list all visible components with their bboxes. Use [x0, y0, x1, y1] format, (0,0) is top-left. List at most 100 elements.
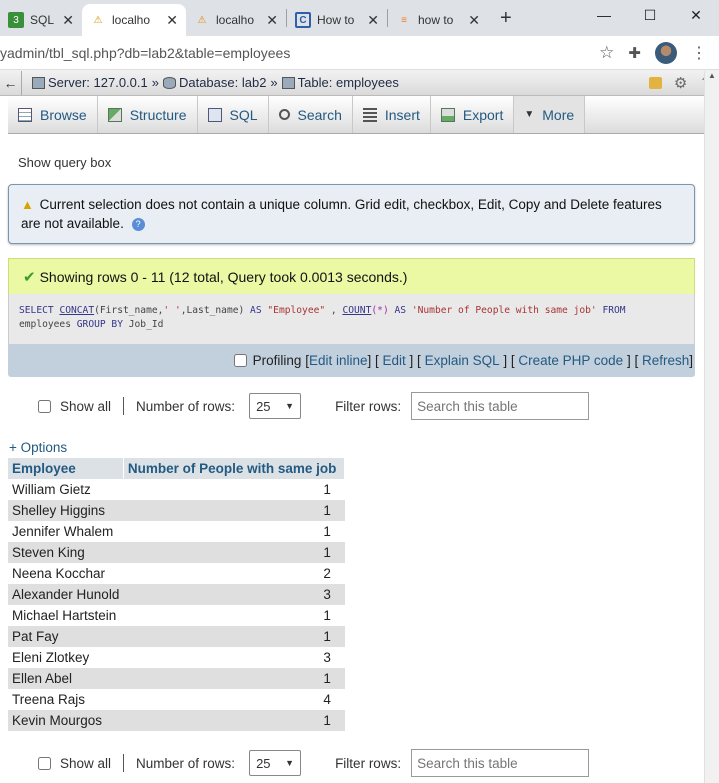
warning-icon: ▲ [21, 197, 34, 212]
employee-cell: Shelley Higgins [8, 500, 124, 521]
close-icon[interactable]: ✕ [468, 12, 480, 29]
employee-cell: Alexander Hunold [8, 584, 124, 605]
new-tab-button[interactable]: + [500, 7, 512, 30]
column-header-count[interactable]: Number of People with same job [123, 458, 346, 479]
options-link[interactable]: + Options [9, 440, 719, 455]
tab-export[interactable]: Export [431, 96, 515, 133]
sql-token: GROUP BY [76, 319, 123, 330]
site-icon: C [295, 12, 311, 28]
close-icon[interactable]: ✕ [166, 12, 178, 29]
breadcrumb-database[interactable]: Database: lab2 [162, 75, 266, 90]
tab-sql[interactable]: SQL [198, 96, 269, 133]
breadcrumb-separator: » [270, 75, 278, 90]
server-icon [32, 76, 45, 89]
avatar[interactable] [655, 41, 677, 64]
browser-tab-localhost[interactable]: ⚠ localho ✕ [186, 4, 286, 36]
tab-browse[interactable]: Browse [8, 96, 98, 133]
browser-tab-stackoverflow[interactable]: ≡ how to ✕ [388, 4, 488, 36]
close-icon[interactable]: ✕ [266, 12, 278, 29]
filter-input[interactable] [411, 392, 590, 420]
rows-select[interactable]: 25 ▼ [249, 393, 302, 419]
edit-inline-link[interactable]: Edit inline [309, 353, 368, 368]
tab-insert[interactable]: Insert [353, 96, 431, 133]
table-row[interactable]: Pat Fay 1 [8, 626, 345, 647]
employee-cell: Neena Kocchar [8, 563, 124, 584]
employee-cell: Kevin Mourgos [8, 710, 124, 731]
sql-token: ,Last_name) [180, 305, 251, 316]
browser-tab-howto[interactable]: C How to ✕ [287, 4, 387, 36]
table-row[interactable]: Alexander Hunold 3 [8, 584, 345, 605]
close-icon[interactable]: ✕ [62, 12, 74, 29]
close-icon[interactable]: ✕ [367, 12, 379, 29]
rows-label: Number of rows: [136, 398, 236, 414]
tab-more[interactable]: ▼ More [514, 96, 586, 133]
explain-sql-link[interactable]: Explain SQL [425, 353, 500, 368]
tab-structure[interactable]: Structure [98, 96, 198, 133]
filter-label: Filter rows: [335, 755, 402, 771]
sql-token: AS [394, 305, 407, 316]
database-icon [162, 76, 176, 89]
table-row[interactable]: Eleni Zlotkey 3 [8, 647, 345, 668]
count-cell: 2 [123, 563, 345, 584]
table-row[interactable]: Neena Kocchar 2 [8, 563, 345, 584]
warning-text: Current selection does not contain a uni… [21, 197, 662, 231]
tab-search[interactable]: Search [269, 96, 353, 133]
column-header-employee[interactable]: Employee [8, 458, 124, 479]
count-cell: 3 [123, 647, 345, 668]
stackoverflow-icon: ≡ [401, 14, 407, 26]
maximize-icon[interactable]: ☐ [627, 0, 673, 30]
browser-tab-bar: 3 SQL Ali ✕ ⚠ localho ✕ ⚠ localho ✕ C Ho… [0, 0, 719, 36]
table-row[interactable]: Shelley Higgins 1 [8, 500, 345, 521]
sql-token: Job_Id [122, 319, 164, 330]
lock-icon[interactable] [648, 76, 662, 89]
scroll-up-icon[interactable]: ▲ [708, 71, 716, 80]
export-icon [440, 107, 455, 122]
count-cell: 1 [123, 521, 345, 542]
count-cell: 1 [123, 479, 345, 500]
extensions-icon[interactable]: ✚ [628, 44, 641, 62]
scrollbar[interactable]: ▲ [704, 71, 719, 783]
table-row[interactable]: Treena Rajs 4 [8, 689, 345, 710]
breadcrumb-table[interactable]: Table: employees [281, 75, 399, 90]
sql-token: 'Number of People with same job' [411, 305, 597, 316]
gear-icon[interactable]: ⚙ [674, 74, 687, 92]
show-query-box-link[interactable]: Show query box [18, 155, 719, 170]
table-row[interactable]: Michael Hartstein 1 [8, 605, 345, 626]
close-window-icon[interactable]: ✕ [673, 0, 719, 30]
employee-cell: Eleni Zlotkey [8, 647, 124, 668]
browser-menu-icon[interactable]: ⋮ [691, 43, 707, 63]
browser-tab-localhost-active[interactable]: ⚠ localho ✕ [82, 4, 186, 36]
sql-token[interactable]: COUNT [342, 305, 371, 316]
table-row[interactable]: Steven King 1 [8, 542, 345, 563]
count-cell: 4 [123, 689, 345, 710]
sql-token[interactable]: CONCAT [59, 305, 94, 316]
count-cell: 1 [123, 668, 345, 689]
url-field[interactable]: yadmin/tbl_sql.php?db=lab2&table=employe… [0, 45, 599, 61]
table-row[interactable]: William Gietz 1 [8, 479, 345, 500]
profiling-checkbox[interactable] [233, 354, 247, 367]
breadcrumb-separator: » [151, 75, 159, 90]
count-cell: 1 [123, 605, 345, 626]
rows-select[interactable]: 25 ▼ [249, 750, 302, 776]
show-all-checkbox[interactable] [38, 756, 51, 770]
profiling-bar: Profiling [Edit inline] [ Edit ] [ Expla… [8, 344, 695, 377]
minimize-icon[interactable]: — [581, 0, 627, 30]
bookmark-star-icon[interactable]: ☆ [599, 43, 614, 63]
browser-tab-sql[interactable]: 3 SQL Ali ✕ [0, 4, 82, 36]
table-row[interactable]: Kevin Mourgos 1 [8, 710, 345, 731]
employee-cell: Ellen Abel [8, 668, 124, 689]
filter-input[interactable] [411, 749, 590, 777]
table-row[interactable]: Ellen Abel 1 [8, 668, 345, 689]
sql-query-display: SELECT CONCAT(First_name,' ',Last_name) … [8, 294, 695, 344]
chevron-down-icon: ▼ [524, 109, 535, 120]
table-row[interactable]: Jennifer Whalem 1 [8, 521, 345, 542]
check-icon: ✔ [23, 268, 36, 286]
back-arrow-icon[interactable]: ← [0, 70, 22, 95]
refresh-link[interactable]: Refresh [642, 353, 689, 368]
divider [123, 397, 125, 415]
edit-link[interactable]: Edit [383, 353, 406, 368]
help-icon[interactable]: ? [131, 217, 145, 231]
show-all-checkbox[interactable] [38, 399, 51, 413]
create-php-code-link[interactable]: Create PHP code [518, 353, 623, 368]
breadcrumb-server[interactable]: Server: 127.0.0.1 [32, 75, 148, 90]
